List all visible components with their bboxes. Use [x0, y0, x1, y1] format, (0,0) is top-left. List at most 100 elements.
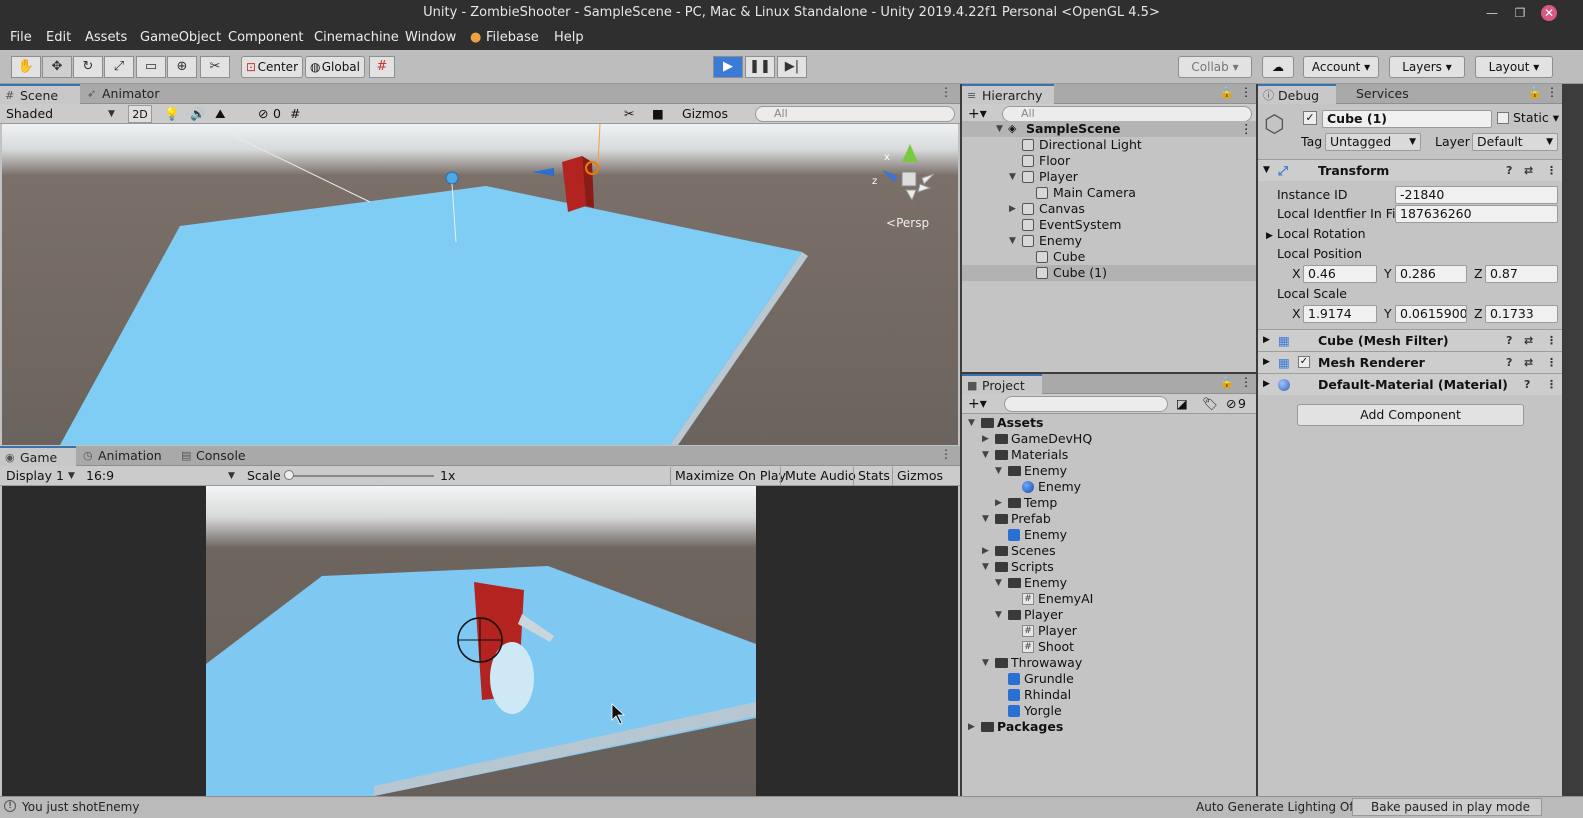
hierarchy-item[interactable]: Cube — [962, 249, 1256, 265]
mute-audio-toggle[interactable]: Mute Audio — [780, 467, 860, 485]
position-x-field[interactable]: 0.46 — [1303, 265, 1377, 283]
component-menu-icon[interactable]: ⋮ — [1546, 160, 1557, 181]
maximize-on-play-toggle[interactable]: Maximize On Play — [670, 467, 790, 485]
tab-animator[interactable]: ➶ Animator — [82, 84, 172, 104]
pause-button[interactable]: ❚❚ — [745, 56, 775, 78]
hierarchy-item[interactable]: ▶ Canvas — [962, 201, 1256, 217]
scene-viewport[interactable]: x z <Persp — [2, 124, 958, 445]
hidden-objects-icon[interactable]: ⊘ — [258, 105, 268, 123]
audio-icon[interactable]: 🔊 — [190, 105, 206, 123]
layers-dropdown[interactable]: Layers ▾ — [1389, 56, 1465, 78]
aspect-dropdown[interactable]: 16:9 — [86, 467, 114, 485]
scene-search-input[interactable]: All — [755, 106, 955, 122]
custom-tool-icon[interactable]: ✂ — [200, 56, 230, 78]
restore-icon[interactable]: ❐ — [1512, 5, 1528, 21]
instance-id-field[interactable]: -21840 — [1395, 186, 1558, 204]
position-z-field[interactable]: 0.87 — [1485, 265, 1558, 283]
projection-label[interactable]: <Persp — [886, 216, 929, 230]
mesh-renderer-component-header[interactable]: ▶ ▦ ✓ Mesh Renderer ? ⇄ ⋮ — [1258, 351, 1562, 373]
menu-window[interactable]: Window — [405, 30, 456, 45]
tab-console[interactable]: ▤ Console — [176, 446, 256, 466]
static-checkbox[interactable] — [1497, 112, 1509, 124]
object-name-field[interactable]: Cube (1) — [1322, 110, 1492, 128]
hierarchy-item[interactable]: ▼ Player — [962, 169, 1256, 185]
scale-slider-track[interactable] — [288, 475, 434, 477]
hierarchy-item[interactable]: EventSystem — [962, 217, 1256, 233]
filter-type-icon[interactable]: ◪ — [1176, 395, 1188, 413]
move-tool-icon[interactable]: ✥ — [42, 56, 72, 78]
project-lock-icon[interactable]: 🔒 — [1220, 376, 1234, 389]
gizmos-dropdown[interactable]: Gizmos — [682, 105, 728, 123]
scale-slider-handle[interactable] — [284, 470, 294, 480]
2d-toggle[interactable]: 2D — [128, 105, 152, 123]
scene-menu-icon[interactable]: ⋮ — [1240, 121, 1253, 137]
hierarchy-item[interactable]: ▼ Enemy — [962, 233, 1256, 249]
step-button[interactable]: ▶| — [777, 56, 807, 78]
menu-assets[interactable]: Assets — [85, 30, 127, 45]
scale-tool-icon[interactable]: ⤢ — [104, 56, 134, 78]
component-menu-icon[interactable]: ⋮ — [1546, 352, 1557, 373]
camera-icon[interactable]: ■ — [652, 105, 664, 123]
inspector-menu-icon[interactable]: ⋮ — [1546, 85, 1558, 99]
stats-toggle[interactable]: Stats — [853, 467, 894, 485]
scene-root-row[interactable]: ▼ ◈ SampleScene ⋮ — [962, 121, 1256, 137]
hand-tool-icon[interactable]: ✋ — [11, 56, 41, 78]
local-identifier-field[interactable]: 187636260 — [1395, 205, 1558, 223]
menu-component[interactable]: Component — [228, 30, 303, 45]
hidden-packages-icon[interactable]: ⊘ — [1226, 395, 1236, 413]
scale-z-field[interactable]: 0.1733 — [1485, 305, 1558, 323]
hierarchy-search-input[interactable]: All — [1002, 106, 1252, 122]
menu-file[interactable]: File — [10, 30, 32, 45]
orientation-gizmo[interactable]: x z — [872, 144, 942, 214]
hierarchy-item[interactable]: Floor — [962, 153, 1256, 169]
tab-services[interactable]: Services — [1336, 84, 1416, 104]
transform-component-header[interactable]: ▼ ⤢ Transform ? ⇄ ⋮ — [1258, 159, 1562, 181]
scale-y-field[interactable]: 0.06159002 — [1395, 305, 1467, 323]
minimize-icon[interactable]: — — [1484, 5, 1500, 21]
game-gizmos-dropdown[interactable]: Gizmos — [892, 467, 947, 485]
display-dropdown[interactable]: Display 1 — [6, 467, 64, 485]
account-dropdown[interactable]: Account ▾ — [1303, 56, 1379, 78]
layout-dropdown[interactable]: Layout ▾ — [1475, 56, 1553, 78]
hierarchy-item[interactable]: Main Camera — [962, 185, 1256, 201]
play-button[interactable]: ▶ — [713, 56, 743, 78]
help-icon[interactable]: ? — [1524, 374, 1530, 395]
game-viewport[interactable] — [206, 486, 756, 796]
tab-hierarchy[interactable]: ≡ Hierarchy — [962, 84, 1054, 104]
snap-grid-icon[interactable]: # — [369, 56, 395, 78]
add-component-button[interactable]: Add Component — [1297, 404, 1524, 426]
tab-scene[interactable]: # Scene — [0, 84, 80, 104]
project-menu-icon[interactable]: ⋮ — [1240, 375, 1252, 389]
hierarchy-item-selected[interactable]: Cube (1) — [962, 265, 1256, 281]
cloud-icon[interactable]: ☁ — [1262, 56, 1294, 78]
auto-lighting-status[interactable]: Auto Generate Lighting Off — [1196, 800, 1358, 814]
lighting-icon[interactable]: 💡 — [164, 105, 180, 123]
scale-x-field[interactable]: 1.9174 — [1303, 305, 1377, 323]
help-icon[interactable]: ? — [1506, 330, 1512, 351]
layer-dropdown[interactable]: Default ▼ — [1472, 133, 1558, 151]
rotate-tool-icon[interactable]: ↻ — [73, 56, 103, 78]
panel-menu-icon[interactable]: ⋮ — [940, 85, 952, 99]
status-message[interactable]: You just shotEnemy — [22, 800, 139, 814]
transform-tool-icon[interactable]: ⊕ — [167, 56, 197, 78]
menu-gameobject[interactable]: GameObject — [140, 30, 221, 45]
shading-mode-dropdown[interactable]: Shaded — [6, 105, 53, 123]
mesh-filter-component-header[interactable]: ▶ ▦ Cube (Mesh Filter) ? ⇄ ⋮ — [1258, 329, 1562, 351]
component-menu-icon[interactable]: ⋮ — [1546, 374, 1557, 395]
tab-animation[interactable]: ◷ Animation — [78, 446, 174, 466]
lock-icon[interactable]: 🔒 — [1220, 86, 1234, 99]
hierarchy-menu-icon[interactable]: ⋮ — [1240, 85, 1252, 99]
preset-icon[interactable]: ⇄ — [1524, 352, 1533, 373]
tab-game[interactable]: ◉ Game — [0, 446, 76, 466]
bake-progress-bar[interactable]: Bake paused in play mode — [1352, 798, 1542, 816]
help-icon[interactable]: ? — [1506, 160, 1512, 181]
project-create-icon[interactable]: +▾ — [968, 395, 987, 413]
position-y-field[interactable]: 0.286 — [1395, 265, 1467, 283]
static-label[interactable]: Static ▾ — [1513, 109, 1559, 127]
tab-debug[interactable]: ⓘ Debug — [1258, 84, 1336, 104]
tag-dropdown[interactable]: Untagged ▼ — [1325, 133, 1421, 151]
rect-tool-icon[interactable]: ▭ — [136, 56, 166, 78]
hierarchy-item[interactable]: Directional Light — [962, 137, 1256, 153]
active-checkbox[interactable]: ✓ — [1303, 111, 1317, 125]
menu-cinemachine[interactable]: Cinemachine — [314, 30, 399, 45]
